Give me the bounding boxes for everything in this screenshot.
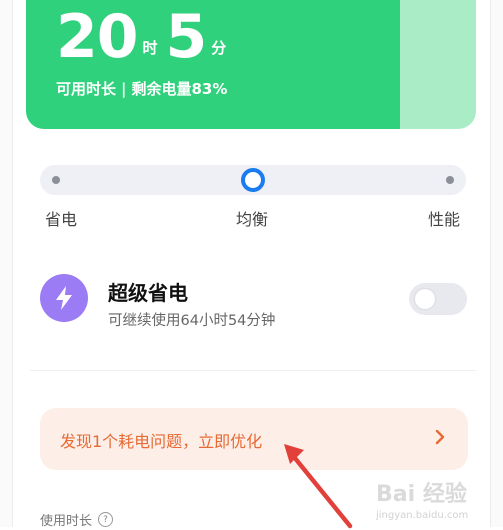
lightning-icon: [40, 274, 88, 322]
mode-dot-performance[interactable]: [446, 176, 454, 184]
super-save-subtitle: 可继续使用64小时54分钟: [108, 313, 276, 329]
mode-label-balanced[interactable]: 均衡: [236, 206, 268, 230]
screen-edge-left: [0, 0, 13, 527]
chevron-right-icon: [434, 428, 446, 450]
battery-time-remaining: 20 时 5 分: [56, 6, 234, 68]
hours-value: 20: [56, 2, 138, 72]
watermark: Bai 经验 jingyan.baidu.com: [376, 476, 496, 524]
battery-card: 20 时 5 分 可用时长 | 剩余电量83%: [26, 0, 476, 129]
watermark-main: Bai 经验: [376, 482, 467, 507]
mode-dot-power-save[interactable]: [52, 176, 60, 184]
optimize-text: 发现1个耗电问题，立即优化: [60, 432, 263, 451]
super-save-toggle[interactable]: [409, 283, 467, 315]
optimize-banner[interactable]: 发现1个耗电问题，立即优化: [40, 408, 468, 470]
separator: |: [121, 79, 127, 98]
usage-label: 使用时长: [40, 514, 93, 529]
minutes-unit: 分: [211, 39, 227, 57]
battery-sub-info: 可用时长 | 剩余电量83%: [56, 78, 227, 99]
mode-label-power-save[interactable]: 省电: [45, 206, 77, 230]
available-time-label: 可用时长: [56, 80, 117, 98]
watermark-sub: jingyan.baidu.com: [376, 510, 469, 521]
usage-duration-heading: 使用时长 ?: [40, 510, 114, 529]
mode-label-performance[interactable]: 性能: [428, 206, 460, 230]
annotation-arrow-icon: [284, 444, 353, 529]
hours-unit: 时: [142, 39, 158, 57]
remaining-charge-label: 剩余电量83%: [131, 80, 228, 98]
section-divider: [30, 370, 476, 371]
mode-dot-balanced-selected[interactable]: [241, 168, 265, 192]
question-icon[interactable]: ?: [98, 512, 114, 527]
super-save-title: 超级省电: [108, 281, 188, 305]
minutes-value: 5: [165, 2, 208, 72]
power-mode-slider[interactable]: [40, 165, 466, 195]
toggle-knob: [415, 289, 435, 309]
screen-edge-right: [490, 0, 503, 527]
